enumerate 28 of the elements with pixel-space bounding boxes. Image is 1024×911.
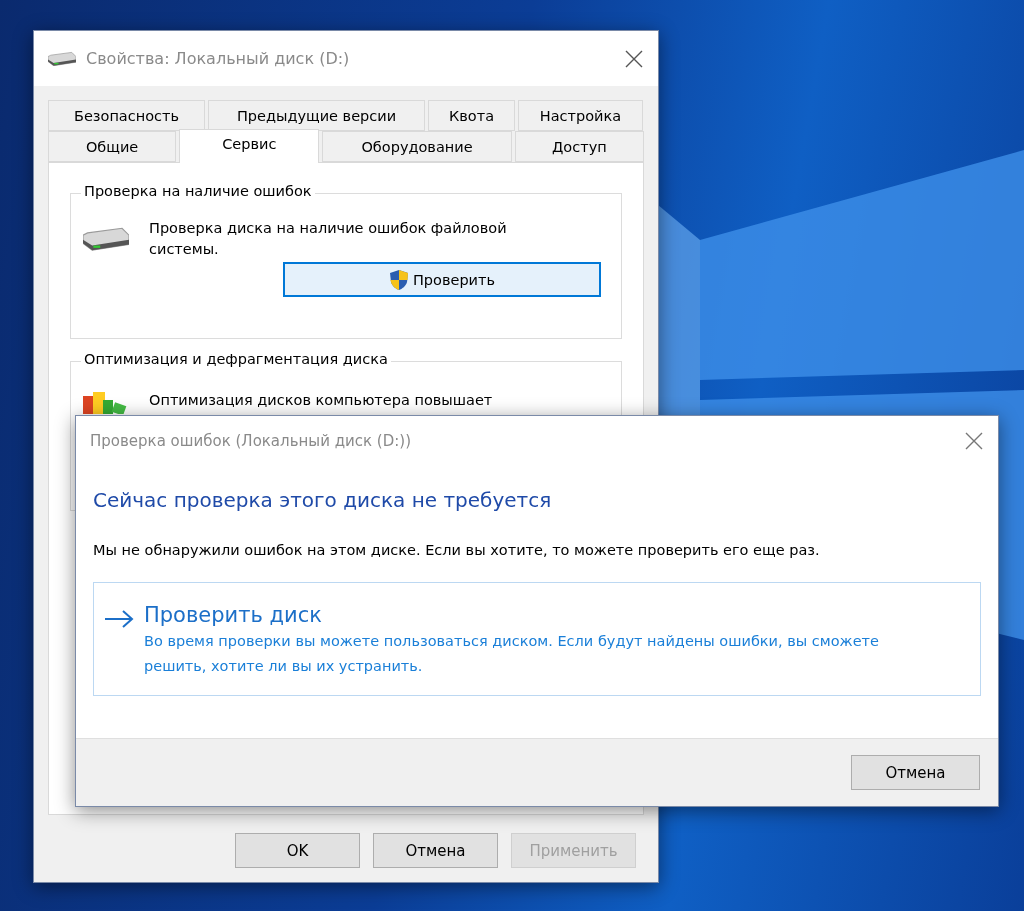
group-title: Проверка на наличие ошибок (81, 183, 315, 199)
close-icon[interactable] (964, 431, 984, 451)
dialog-button[interactable]: Отмена (373, 833, 498, 868)
shield-icon (388, 268, 409, 291)
window-title: Свойства: Локальный диск (D:) (86, 49, 351, 68)
dialog-title: Проверка ошибок (Локальный диск (D:)) (90, 432, 412, 450)
tab[interactable]: Безопасность (48, 100, 205, 131)
tab[interactable]: Общие (48, 131, 177, 162)
description-text: Проверка диска на наличие ошибок файловой системы. (149, 219, 508, 259)
tab[interactable]: Предыдущие версии (208, 100, 425, 131)
tab[interactable]: Квота (428, 100, 515, 131)
arrow-icon (104, 609, 134, 629)
group-title: Оптимизация и дефрагментация диска (81, 351, 391, 367)
tab[interactable]: Оборудование (322, 131, 512, 162)
dialog-heading: Сейчас проверка этого диска не требуется (93, 488, 553, 512)
drive-icon (48, 50, 76, 67)
cancel-button[interactable]: Отмена (851, 755, 980, 790)
tab[interactable]: Доступ (514, 131, 644, 162)
tab[interactable]: Настройка (518, 100, 643, 131)
defrag-icon (83, 390, 129, 414)
close-icon[interactable] (624, 48, 644, 69)
description-text: Оптимизация дисков компьютера повышает (149, 391, 494, 410)
message-text: Мы не обнаружили ошибок на этом диске. Если вы хотите, то можете проверить его еще раз. (93, 542, 821, 558)
drive-icon (83, 226, 129, 252)
check-disk-option[interactable]: Проверить диск Во время проверки вы можете пользоваться диском. Если будут найдены ошибки, вы сможете решить, хотите ли вы их устранить. (93, 582, 981, 696)
tab[interactable]: Сервис (179, 129, 320, 163)
dialog-button[interactable]: OK (235, 833, 360, 868)
check-button[interactable]: Проверить (283, 262, 601, 297)
